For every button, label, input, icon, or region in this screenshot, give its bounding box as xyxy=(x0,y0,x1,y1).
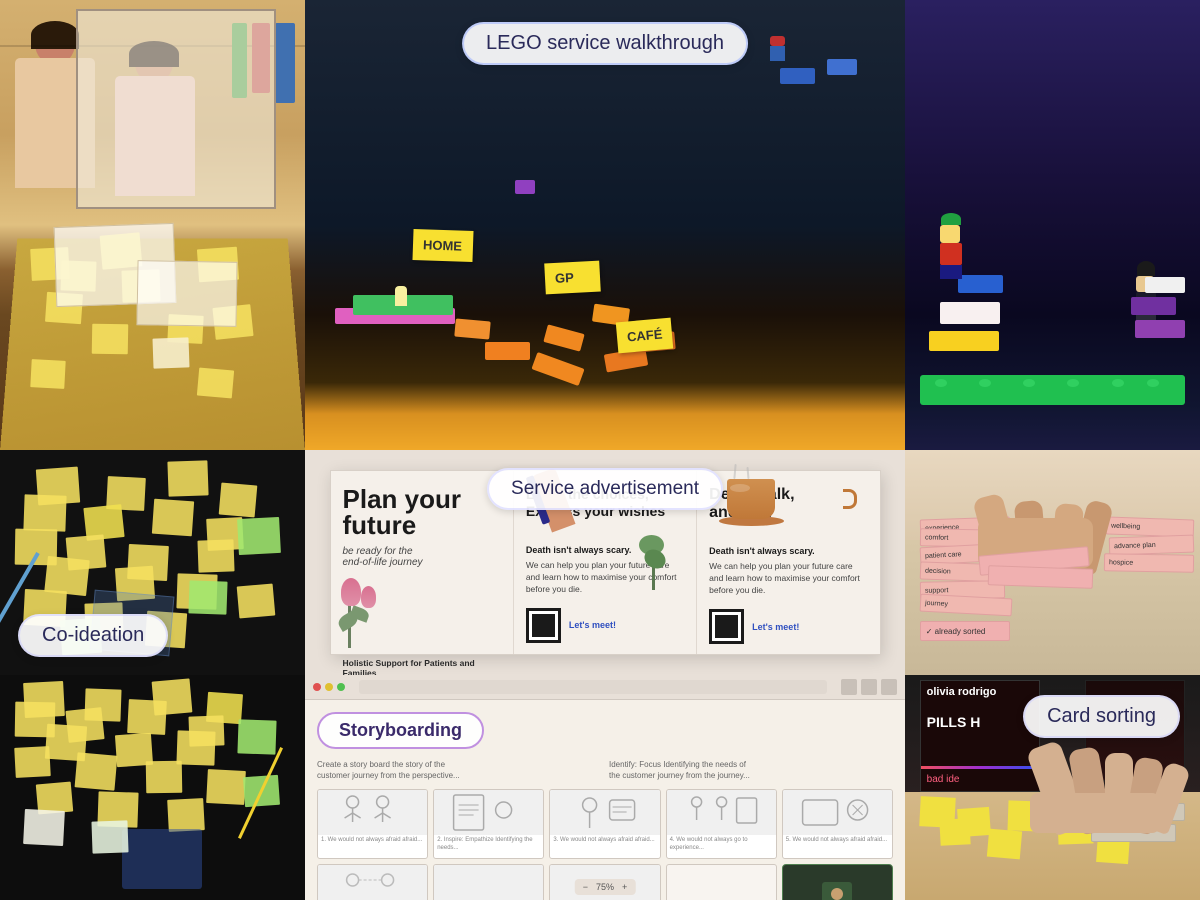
close-button xyxy=(313,683,321,691)
cell-lego-service: GP HOME CAFÉ LEGO service walkthrough xyxy=(305,0,905,450)
minimize-button xyxy=(325,683,333,691)
cell-sticky-notes-bottom xyxy=(0,675,305,900)
cell-coideation-dark: Co-ideation xyxy=(0,450,305,675)
storyboarding-bubble: Storyboarding xyxy=(317,712,484,749)
postit-home: HOME xyxy=(412,229,473,262)
lego-service-label: LEGO service walkthrough xyxy=(462,22,748,65)
maximize-button xyxy=(337,683,345,691)
postit-gp: GP xyxy=(544,260,601,294)
main-grid: GP HOME CAFÉ LEGO service walkthrough xyxy=(0,0,1200,900)
video-participant: @ rachel Webster xyxy=(782,864,893,900)
cell-card-sorting-bottom: olivia rodrigo PILLS H bad ide xyxy=(905,675,1200,900)
checkmark-card: ✓ already sorted xyxy=(920,621,1010,641)
ad-panel1-org: Holistic Support for Patients and Famili… xyxy=(343,658,501,675)
cell-lego-figures xyxy=(905,0,1200,450)
ad-panel1-subtitle: be ready for theend-of-life journey xyxy=(343,546,501,568)
ad-panel3-body: We can help you plan your future care an… xyxy=(709,561,867,597)
cell-service-ad: Plan yourfuture be ready for theend-of-l… xyxy=(305,450,905,675)
ad-panel3-cta: Let's meet! xyxy=(752,622,799,632)
cell-card-sorting-right: experience comfort patient care decision… xyxy=(905,450,1200,675)
cell-storyboarding: Storyboarding Create a story board the s… xyxy=(305,675,905,900)
service-ad-label: Service advertisement xyxy=(487,468,723,510)
ad-panel3-death-title: Death isn't always scary. xyxy=(709,546,867,556)
coideation-label: Co-ideation xyxy=(18,614,168,657)
browser-bar xyxy=(305,675,905,700)
postit-cafe: CAFÉ xyxy=(616,318,674,354)
storyboarding-label: Storyboarding xyxy=(339,720,462,740)
card-sorting-label: Card sorting xyxy=(1023,695,1180,738)
zoom-bar[interactable]: − 75% + xyxy=(575,879,636,895)
storyboard-instructions2: Identify: Focus Identifying the needs of… xyxy=(609,759,893,781)
ad-panel1-title: Plan yourfuture xyxy=(343,486,501,538)
ad-panel2-cta: Let's meet! xyxy=(569,620,616,630)
storyboard-instructions: Create a story board the story of thecus… xyxy=(317,759,601,781)
storyboard-frames: 1. We would not always afraid afraid... xyxy=(317,789,893,859)
cell-coideation-people xyxy=(0,0,305,450)
